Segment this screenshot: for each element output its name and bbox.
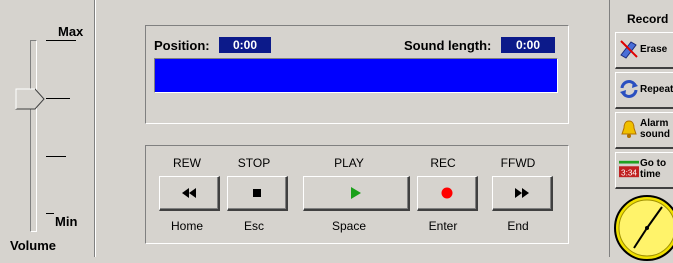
position-group: Position: 0:00 Sound length: 0:00 <box>145 25 569 124</box>
sound-length-label: Sound length: <box>404 38 492 53</box>
stop-label: STOP <box>237 156 271 170</box>
volume-slider-track[interactable] <box>30 40 37 232</box>
erase-button[interactable]: Erase <box>615 32 673 69</box>
rewind-icon <box>182 188 196 198</box>
go-to-time-icon: 3:34 <box>619 160 639 177</box>
panel-divider <box>94 0 96 257</box>
position-label: Position: <box>154 38 210 53</box>
erase-label: Erase <box>640 44 668 55</box>
alarm-label-line2: sound <box>640 129 670 140</box>
stop-shortcut: Esc <box>243 219 264 233</box>
volume-tick <box>46 40 76 41</box>
play-shortcut: Space <box>331 219 367 233</box>
volume-tick <box>46 98 70 99</box>
play-label: PLAY <box>334 156 364 170</box>
position-value: 0:00 <box>219 37 271 53</box>
stop-button[interactable] <box>227 176 288 211</box>
transport-group: REW STOP PLAY REC FFWD Home Esc Space En… <box>145 145 569 244</box>
erase-icon <box>620 40 638 59</box>
ffwd-label: FFWD <box>500 156 536 170</box>
clock-icon <box>614 195 673 261</box>
record-panel-title: Record <box>627 12 669 26</box>
go-to-label-line1: Go to <box>640 158 667 169</box>
fast-forward-icon <box>515 188 529 198</box>
sound-length-value: 0:00 <box>501 37 555 53</box>
go-to-label-line2: time <box>640 169 661 180</box>
ffwd-button[interactable] <box>492 176 553 211</box>
repeat-icon <box>620 80 638 98</box>
volume-min-label: Min <box>55 214 78 229</box>
volume-tick <box>46 156 66 157</box>
bell-icon <box>621 120 637 138</box>
rec-shortcut: Enter <box>428 219 458 233</box>
go-to-time-icon-text: 3:34 <box>621 168 637 177</box>
rew-button[interactable] <box>159 176 220 211</box>
rec-label: REC <box>430 156 456 170</box>
alarm-label-line1: Alarm <box>640 118 669 129</box>
volume-slider-thumb[interactable] <box>15 88 45 110</box>
volume-max-label: Max <box>58 24 84 39</box>
position-progress-bar[interactable] <box>154 58 558 93</box>
play-button[interactable] <box>303 176 410 211</box>
volume-tick <box>46 213 54 214</box>
record-dot-icon <box>441 187 453 199</box>
repeat-label: Repeat <box>640 84 673 95</box>
ffwd-shortcut: End <box>507 219 529 233</box>
alarm-sound-button[interactable]: Alarm sound <box>615 112 673 149</box>
play-icon <box>351 187 361 199</box>
volume-panel: Max Min Volume <box>0 0 94 257</box>
go-to-time-button[interactable]: 3:34 Go to time <box>615 152 673 189</box>
stop-icon <box>253 189 261 197</box>
volume-title: Volume <box>10 238 56 253</box>
rec-button[interactable] <box>417 176 478 211</box>
repeat-button[interactable]: Repeat <box>615 72 673 109</box>
record-panel: Record Erase Repeat Alarm sound 3:34 Go <box>610 0 673 261</box>
